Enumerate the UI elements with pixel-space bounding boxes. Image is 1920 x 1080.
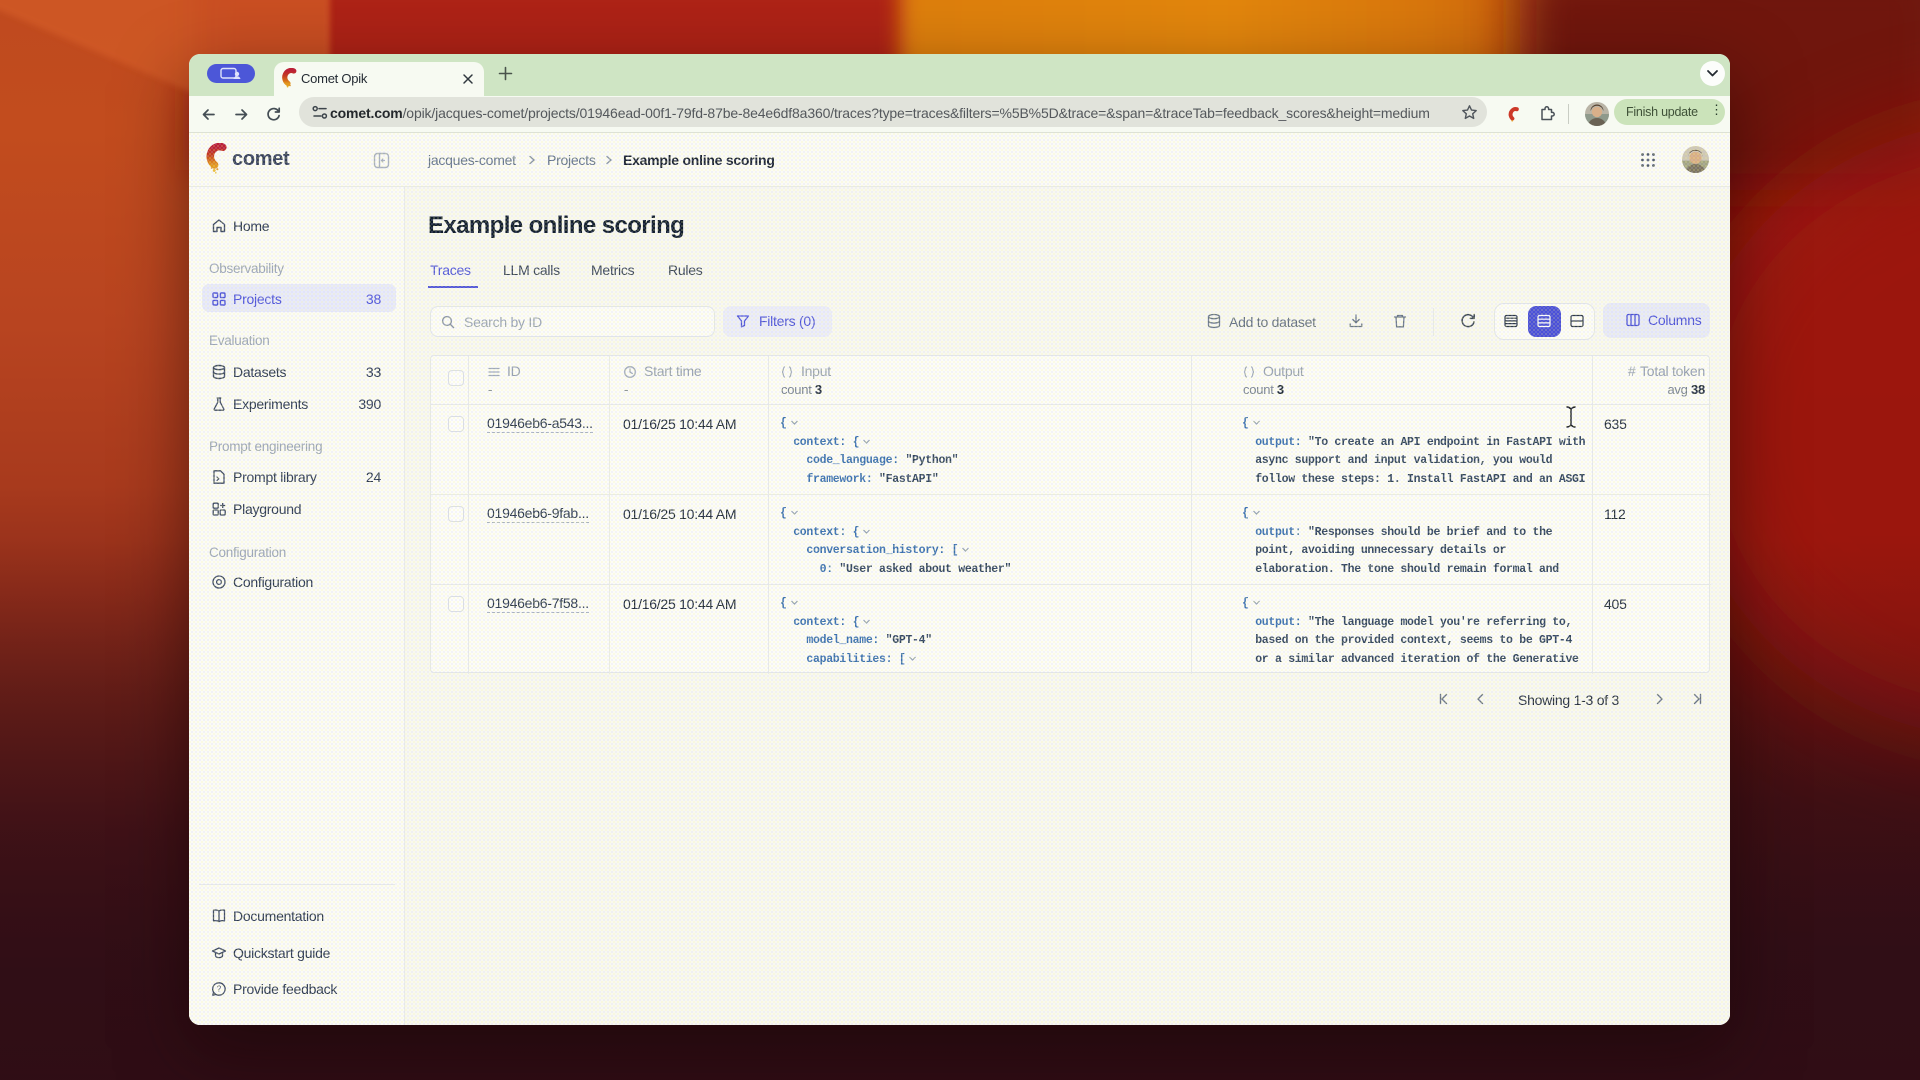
svg-text:?: ? — [217, 985, 222, 994]
